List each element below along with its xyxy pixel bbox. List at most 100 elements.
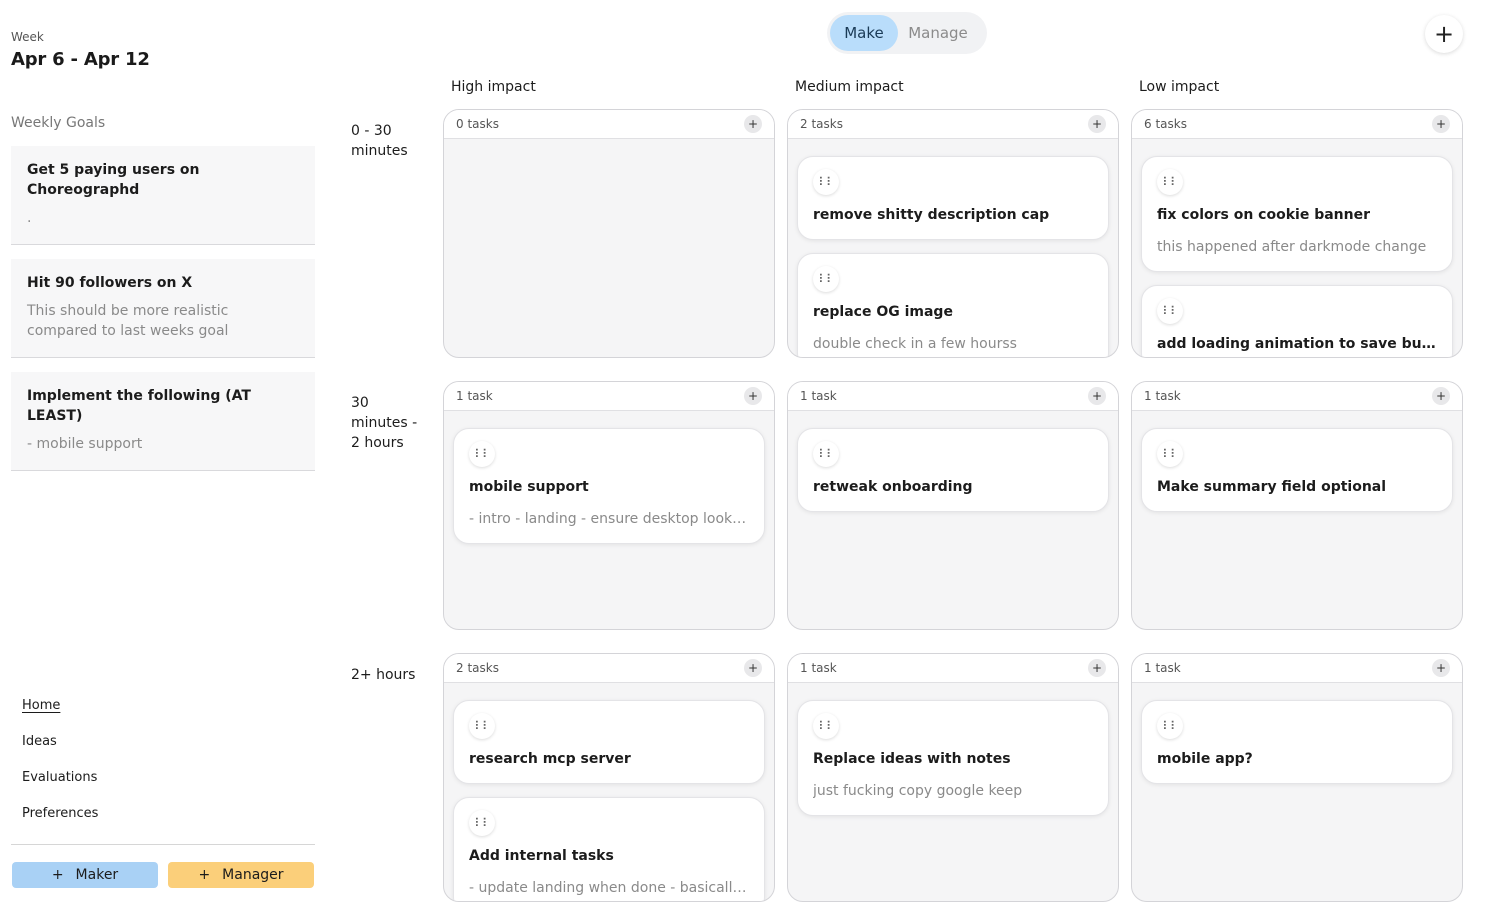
task-list: ⠇⠇ Replace ideas with notes just fucking c… [788,683,1118,816]
add-task-icon[interactable]: + [1432,659,1450,677]
task-list: ⠇⠇ retweak onboarding [788,411,1118,512]
nav-home[interactable]: Home [22,697,98,733]
drag-handle-icon[interactable]: ⠇⠇ [469,441,495,467]
goal-card[interactable]: Implement the following (AT LEAST) - mob… [11,372,315,471]
mode-toggle: Make Manage [827,12,987,54]
task-title: retweak onboarding [813,479,973,495]
task-card[interactable]: ⠇⠇ mobile support - intro - landing - ensu… [453,428,765,544]
add-task-icon[interactable]: + [1088,659,1106,677]
drag-handle-icon[interactable]: ⠇⠇ [813,169,839,195]
nav-evaluations[interactable]: Evaluations [22,769,98,805]
nav-divider [11,844,315,845]
goal-title: Get 5 paying users on Choreographd [27,162,200,198]
task-count: 0 tasks [456,117,499,131]
cell-header: 1 task + [788,654,1118,683]
matrix-cell[interactable]: 2 tasks + ⠇⠇ remove shitty description cap ⠇… [787,109,1119,358]
cell-header: 6 tasks + [1132,110,1462,139]
matrix-cell[interactable]: 1 task + ⠇⠇ mobile app? [1131,653,1463,902]
task-list [444,139,774,156]
cell-header: 1 task + [1132,382,1462,411]
column-header-medium-impact: Medium impact [795,79,904,95]
task-card[interactable]: ⠇⠇ retweak onboarding [797,428,1109,512]
task-title: mobile app? [1157,751,1253,767]
task-description: this happened after darkmode change [1157,239,1427,255]
plus-icon: + [1433,20,1455,48]
add-task-icon[interactable]: + [1088,387,1106,405]
add-maker-button[interactable]: + Maker [12,862,158,888]
row-header-30-minutes-2-hours: 30 minutes - 2 hours [351,395,418,451]
matrix-cell[interactable]: 0 tasks + [443,109,775,358]
matrix-cell[interactable]: 2 tasks + ⠇⠇ research mcp server ⠇⠇ Add inter… [443,653,775,902]
weekly-goals-title: Weekly Goals [11,115,106,131]
drag-handle-icon[interactable]: ⠇⠇ [1157,169,1183,195]
matrix-cell[interactable]: 1 task + ⠇⠇ mobile support - intro - landing… [443,381,775,630]
task-title: fix colors on cookie banner [1157,207,1371,223]
task-card[interactable]: ⠇⠇ add loading animation to save button [1141,285,1453,357]
plus-icon: + [51,867,64,883]
task-card[interactable]: ⠇⠇ Add internal tasks - update landing whe… [453,797,765,901]
sidebar: Week Apr 6 - Apr 12 Weekly Goals Get 5 p… [0,0,330,912]
matrix-cell[interactable]: 1 task + ⠇⠇ Make summary field optional [1131,381,1463,630]
goal-card[interactable]: Get 5 paying users on Choreographd . [11,146,315,245]
manage-tab[interactable]: Manage [898,15,978,51]
add-manager-button[interactable]: + Manager [168,862,314,888]
drag-handle-icon[interactable]: ⠇⠇ [813,266,839,292]
drag-handle-icon[interactable]: ⠇⠇ [469,810,495,836]
drag-handle-icon[interactable]: ⠇⠇ [813,713,839,739]
goal-title: Implement the following (AT LEAST) [27,388,251,424]
task-title: Add internal tasks [469,848,614,864]
drag-handle-icon[interactable]: ⠇⠇ [1157,441,1183,467]
add-task-icon[interactable]: + [1432,115,1450,133]
task-card[interactable]: ⠇⠇ Make summary field optional [1141,428,1453,512]
column-header-low-impact: Low impact [1139,79,1220,95]
drag-handle-icon[interactable]: ⠇⠇ [1157,298,1183,324]
drag-handle-icon[interactable]: ⠇⠇ [469,713,495,739]
column-header-high-impact: High impact [451,79,536,95]
nav-ideas[interactable]: Ideas [22,733,98,769]
task-description: just fucking copy google keep [813,783,1023,799]
task-list: ⠇⠇ research mcp server ⠇⠇ Add internal task… [444,683,774,901]
task-card[interactable]: ⠇⠇ research mcp server [453,700,765,784]
task-title: remove shitty description cap [813,207,1050,223]
matrix-cell[interactable]: 6 tasks + ⠇⠇ fix colors on cookie banner thi… [1131,109,1463,358]
row-header-0-30-minutes: 0 - 30 minutes [351,123,408,159]
add-task-icon[interactable]: + [1432,387,1450,405]
cell-header: 2 tasks + [788,110,1118,139]
matrix-cell[interactable]: 1 task + ⠇⠇ Replace ideas with notes just fu… [787,653,1119,902]
task-card[interactable]: ⠇⠇ remove shitty description cap [797,156,1109,240]
task-list: ⠇⠇ remove shitty description cap ⠇⠇ replace… [788,139,1118,357]
add-task-icon[interactable]: + [1088,115,1106,133]
week-label: Week [11,30,44,44]
goal-description: - mobile support [27,436,143,452]
goal-description: . [27,210,32,226]
goal-description: This should be more realistic compared t… [27,303,229,339]
task-count: 1 task [800,661,837,675]
cell-header: 1 task + [788,382,1118,411]
matrix-cell[interactable]: 1 task + ⠇⠇ retweak onboarding [787,381,1119,630]
task-card[interactable]: ⠇⠇ Replace ideas with notes just fucking c… [797,700,1109,816]
task-description: - update landing when done - basically t… [469,880,749,896]
task-list: ⠇⠇ mobile support - intro - landing - ensu… [444,411,774,544]
nav-preferences[interactable]: Preferences [22,805,98,841]
task-card[interactable]: ⠇⠇ mobile app? [1141,700,1453,784]
task-card[interactable]: ⠇⠇ replace OG image double check in a few … [797,253,1109,357]
task-count: 1 task [800,389,837,403]
add-task-icon[interactable]: + [744,387,762,405]
add-task-button[interactable]: + [1425,15,1463,53]
task-list: ⠇⠇ Make summary field optional [1132,411,1462,512]
goal-card[interactable]: Hit 90 followers on X This should be mor… [11,259,315,358]
add-task-icon[interactable]: + [744,659,762,677]
cell-header: 1 task + [1132,654,1462,683]
task-title: Replace ideas with notes [813,751,1011,767]
task-card[interactable]: ⠇⠇ fix colors on cookie banner this happen… [1141,156,1453,272]
make-tab[interactable]: Make [830,15,898,51]
task-count: 2 tasks [456,661,499,675]
drag-handle-icon[interactable]: ⠇⠇ [1157,713,1183,739]
main-nav: Home Ideas Evaluations Preferences [22,697,98,841]
drag-handle-icon[interactable]: ⠇⠇ [813,441,839,467]
add-task-icon[interactable]: + [744,115,762,133]
task-title: replace OG image [813,304,953,320]
task-list: ⠇⠇ mobile app? [1132,683,1462,784]
task-count: 1 task [456,389,493,403]
task-title: mobile support [469,479,589,495]
